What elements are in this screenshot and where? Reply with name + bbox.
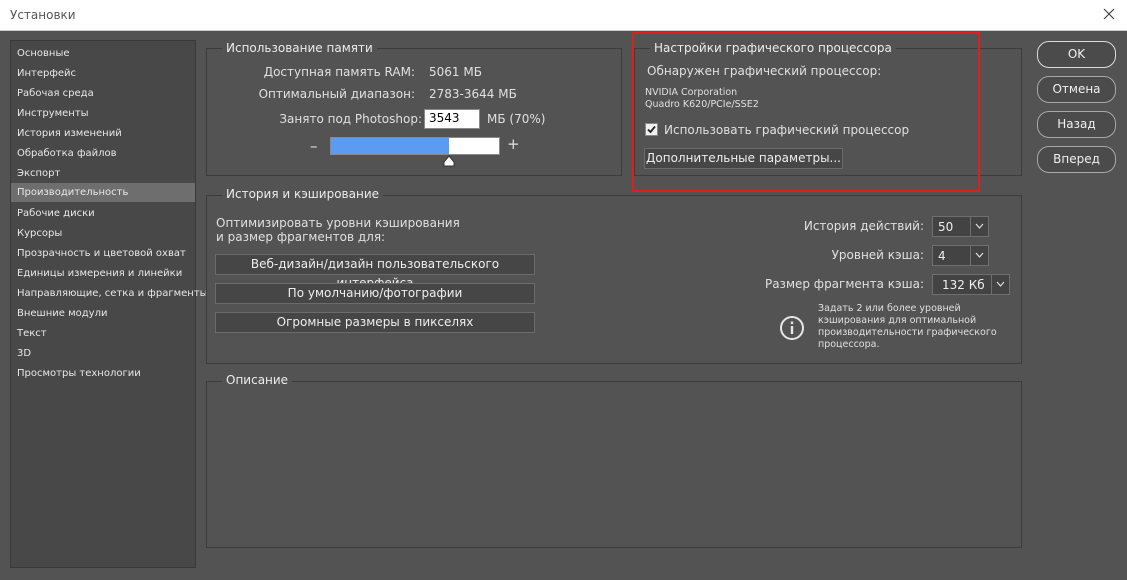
history-cache-title: История и кэширование bbox=[222, 187, 383, 201]
prev-button[interactable]: Назад bbox=[1037, 111, 1116, 138]
history-states-value: 50 bbox=[938, 220, 954, 234]
optimize-label-line2: и размер фрагментов для: bbox=[216, 230, 386, 244]
memory-slider-track[interactable] bbox=[330, 137, 500, 155]
close-icon[interactable] bbox=[1101, 6, 1117, 22]
sidebar-item-cursors[interactable]: Курсоры bbox=[11, 224, 195, 243]
gpu-highlight-box bbox=[632, 32, 980, 192]
ideal-range-label: Оптимальный диапазон: bbox=[258, 87, 415, 101]
sidebar-item-plugins[interactable]: Внешние модули bbox=[11, 304, 195, 323]
photoshop-ram-input[interactable]: 3543 bbox=[424, 109, 480, 129]
sidebar-item-units-rulers[interactable]: Единицы измерения и линейки bbox=[11, 264, 195, 283]
optimize-label-line1: Оптимизировать уровни кэширования bbox=[216, 216, 460, 230]
sidebar-item-scratch-disks[interactable]: Рабочие диски bbox=[11, 204, 195, 223]
photoshop-ram-label: Занято под Photoshop: bbox=[279, 112, 422, 126]
next-button[interactable]: Вперед bbox=[1037, 146, 1116, 173]
sidebar-item-3d[interactable]: 3D bbox=[11, 344, 195, 363]
memory-usage-title: Использование памяти bbox=[222, 41, 377, 55]
sidebar-item-tools[interactable]: Инструменты bbox=[11, 104, 195, 123]
sidebar-item-history-log[interactable]: История изменений bbox=[11, 124, 195, 143]
chevron-down-icon bbox=[975, 223, 984, 229]
sidebar-item-technology-previews[interactable]: Просмотры технологии bbox=[11, 364, 195, 383]
cache-levels-value: 4 bbox=[938, 249, 946, 263]
cache-levels-label: Уровней кэша: bbox=[831, 248, 924, 262]
sidebar-item-type[interactable]: Текст bbox=[11, 324, 195, 343]
preset-default-photos-button[interactable]: По умолчанию/фотографии bbox=[215, 283, 535, 304]
available-ram-value: 5061 МБ bbox=[429, 65, 482, 79]
sidebar-item-guides-grid-slices[interactable]: Направляющие, сетка и фрагменты bbox=[11, 284, 208, 303]
cache-levels-select[interactable]: 4 bbox=[932, 245, 989, 266]
memory-decrease-button[interactable]: – bbox=[310, 137, 318, 155]
available-ram-label: Доступная память RAM: bbox=[263, 65, 415, 79]
history-states-select[interactable]: 50 bbox=[932, 216, 989, 237]
memory-increase-button[interactable]: + bbox=[507, 135, 520, 153]
preset-huge-pixel-button[interactable]: Огромные размеры в пикселях bbox=[215, 312, 535, 333]
sidebar-item-general[interactable]: Основные bbox=[11, 44, 195, 63]
cache-tile-size-select[interactable]: 132 Кб bbox=[932, 274, 1010, 295]
sidebar-item-file-handling[interactable]: Обработка файлов bbox=[11, 144, 195, 163]
sidebar-item-performance[interactable]: Производительность bbox=[11, 183, 195, 202]
description-group bbox=[206, 381, 1022, 548]
photoshop-ram-unit: МБ (70%) bbox=[487, 112, 546, 126]
sidebar-item-workspace[interactable]: Рабочая среда bbox=[11, 84, 195, 103]
ok-button[interactable]: OK bbox=[1037, 41, 1116, 68]
memory-slider-thumb[interactable] bbox=[443, 155, 455, 167]
cache-tile-size-label: Размер фрагмента кэша: bbox=[764, 277, 924, 291]
sidebar-item-export[interactable]: Экспорт bbox=[11, 164, 195, 183]
cache-tile-size-value: 132 Кб bbox=[942, 278, 985, 292]
history-states-label: История действий: bbox=[803, 219, 924, 233]
sidebar-item-transparency-gamut[interactable]: Прозрачность и цветовой охват bbox=[11, 244, 195, 263]
info-icon bbox=[780, 316, 804, 340]
sidebar-item-interface[interactable]: Интерфейс bbox=[11, 64, 195, 83]
chevron-down-icon bbox=[996, 281, 1005, 287]
title-bar: Установки bbox=[0, 0, 1127, 31]
memory-slider-fill bbox=[331, 138, 449, 154]
preset-web-ui-button[interactable]: Веб-дизайн/дизайн пользовательского инте… bbox=[215, 254, 535, 290]
description-title: Описание bbox=[222, 373, 293, 387]
preferences-sidebar: Основные Интерфейс Рабочая среда Инструм… bbox=[10, 40, 208, 568]
chevron-down-icon bbox=[975, 252, 984, 258]
ideal-range-value: 2783-3644 МБ bbox=[429, 87, 517, 101]
cancel-button[interactable]: Отмена bbox=[1037, 76, 1116, 103]
cache-info-text: Задать 2 или более уровней кэширования д… bbox=[818, 303, 997, 350]
window-title: Установки bbox=[10, 8, 76, 22]
